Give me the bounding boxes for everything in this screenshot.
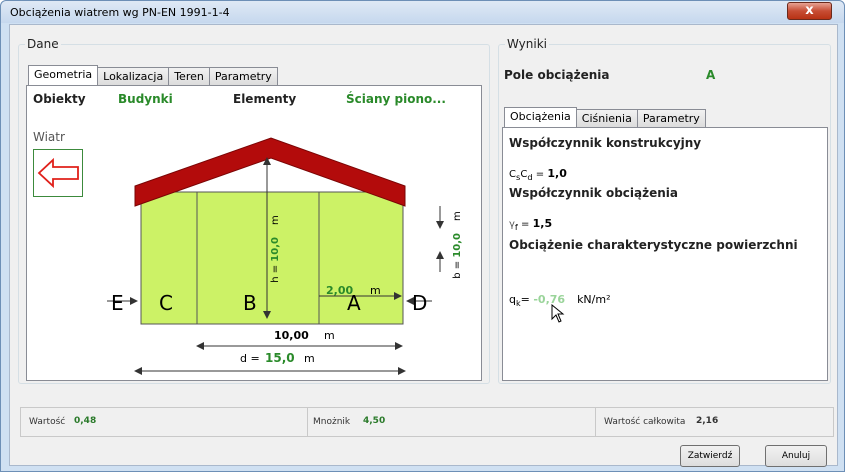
wyniki-group-title: Wyniki — [505, 37, 549, 51]
d-unit: m — [304, 352, 315, 365]
wartosc-value: 0,48 — [74, 416, 97, 426]
window-title: Obciążenia wiatrem wg PN-EN 1991-1-4 — [10, 6, 230, 19]
wsp-konstr-title: Współczynnik konstrukcyjny — [509, 136, 702, 150]
d-prefix: d = — [240, 352, 260, 365]
mouse-cursor-icon — [551, 304, 565, 323]
e-value: 10,00 — [274, 329, 309, 342]
calkowita-value: 2,16 — [696, 416, 719, 426]
close-button[interactable]: x — [787, 2, 832, 20]
status-mnoznik: Mnożnik 4,50 — [308, 408, 596, 436]
h-unit: m — [270, 215, 281, 225]
building-diagram — [107, 137, 444, 375]
mnoznik-label: Mnożnik — [313, 417, 351, 427]
wsp-obc-title: Współczynnik obciążenia — [509, 186, 678, 200]
cscd-value: 1,0 — [547, 167, 567, 180]
status-bar: Wartość 0,48 Mnożnik 4,50 Wartość całkow… — [20, 407, 834, 437]
wartosc-label: Wartość — [29, 417, 66, 427]
dane-tabs: Geometria Lokalizacja Teren Parametry — [28, 65, 278, 85]
dane-group: Dane Geometria Lokalizacja Teren Paramet… — [18, 37, 490, 384]
b-unit: m — [452, 211, 463, 221]
wyniki-group: Wyniki Pole obciążenia A Obciążenia Ciśn… — [498, 37, 831, 384]
h-prefix: h = — [270, 261, 281, 283]
geometria-panel: Obiekty Budynki Elementy Ściany piono...… — [26, 85, 482, 381]
qk-unit: kN/m² — [577, 293, 611, 306]
dane-group-title: Dane — [25, 37, 61, 51]
obciazenia-panel: Współczynnik konstrukcyjny CsCd = 1,0 Ws… — [502, 127, 828, 381]
tab-parametry-wyniki[interactable]: Parametry — [636, 109, 706, 127]
pole-value[interactable]: A — [706, 68, 715, 82]
a-value[interactable]: 2,00 — [326, 284, 353, 297]
b-value[interactable]: 10,0 — [452, 233, 463, 258]
anuluj-button[interactable]: Anuluj — [765, 445, 827, 467]
height-dimension: h = 10,0 m — [270, 199, 284, 299]
cscd-line: CsCd = 1,0 — [509, 167, 567, 182]
cscd-label: C — [509, 169, 516, 180]
tab-obciazenia[interactable]: Obciążenia — [504, 107, 577, 127]
mnoznik-value: 4,50 — [363, 416, 386, 426]
zone-c-label: C — [159, 291, 173, 315]
a-unit: m — [370, 284, 381, 297]
zone-d-label: D — [412, 291, 428, 315]
tab-parametry[interactable]: Parametry — [208, 67, 278, 85]
wyniki-tabs: Obciążenia Ciśnienia Parametry — [504, 107, 706, 127]
gamma-eq: = — [517, 219, 533, 230]
qk-label: q — [509, 293, 516, 306]
zone-b-label: B — [243, 291, 257, 315]
e-unit: m — [324, 329, 335, 342]
zatwierdz-button[interactable]: Zatwierdź — [680, 445, 740, 467]
tab-cisnienia[interactable]: Ciśnienia — [575, 109, 638, 127]
qk-eq: = — [520, 293, 534, 306]
status-wartosc: Wartość 0,48 — [21, 408, 308, 436]
tab-geometria[interactable]: Geometria — [28, 65, 99, 85]
b-prefix: b = — [452, 257, 463, 279]
tab-lokalizacja[interactable]: Lokalizacja — [97, 67, 170, 85]
cscd-eq: = — [532, 169, 548, 180]
calkowita-label: Wartość całkowita — [604, 417, 686, 427]
pole-label: Pole obciążenia — [504, 68, 610, 82]
width-b-dimension: b = 10,0 m — [452, 195, 466, 295]
gamma-line: γf = 1,5 — [509, 217, 552, 232]
char-title: Obciążenie charakterystyczne powierzchni — [509, 238, 798, 252]
d-value[interactable]: 15,0 — [265, 351, 295, 365]
zone-e-label: E — [111, 291, 124, 315]
tab-teren[interactable]: Teren — [168, 67, 210, 85]
dialog-window: Obciążenia wiatrem wg PN-EN 1991-1-4 x D… — [0, 0, 845, 472]
dialog-client: Dane Geometria Lokalizacja Teren Paramet… — [9, 24, 838, 467]
status-calkowita: Wartość całkowita 2,16 — [596, 408, 834, 436]
h-value[interactable]: 10,0 — [270, 237, 281, 262]
close-icon: x — [805, 3, 814, 18]
title-bar[interactable]: Obciążenia wiatrem wg PN-EN 1991-1-4 x — [1, 1, 844, 23]
gamma-value: 1,5 — [532, 217, 553, 230]
